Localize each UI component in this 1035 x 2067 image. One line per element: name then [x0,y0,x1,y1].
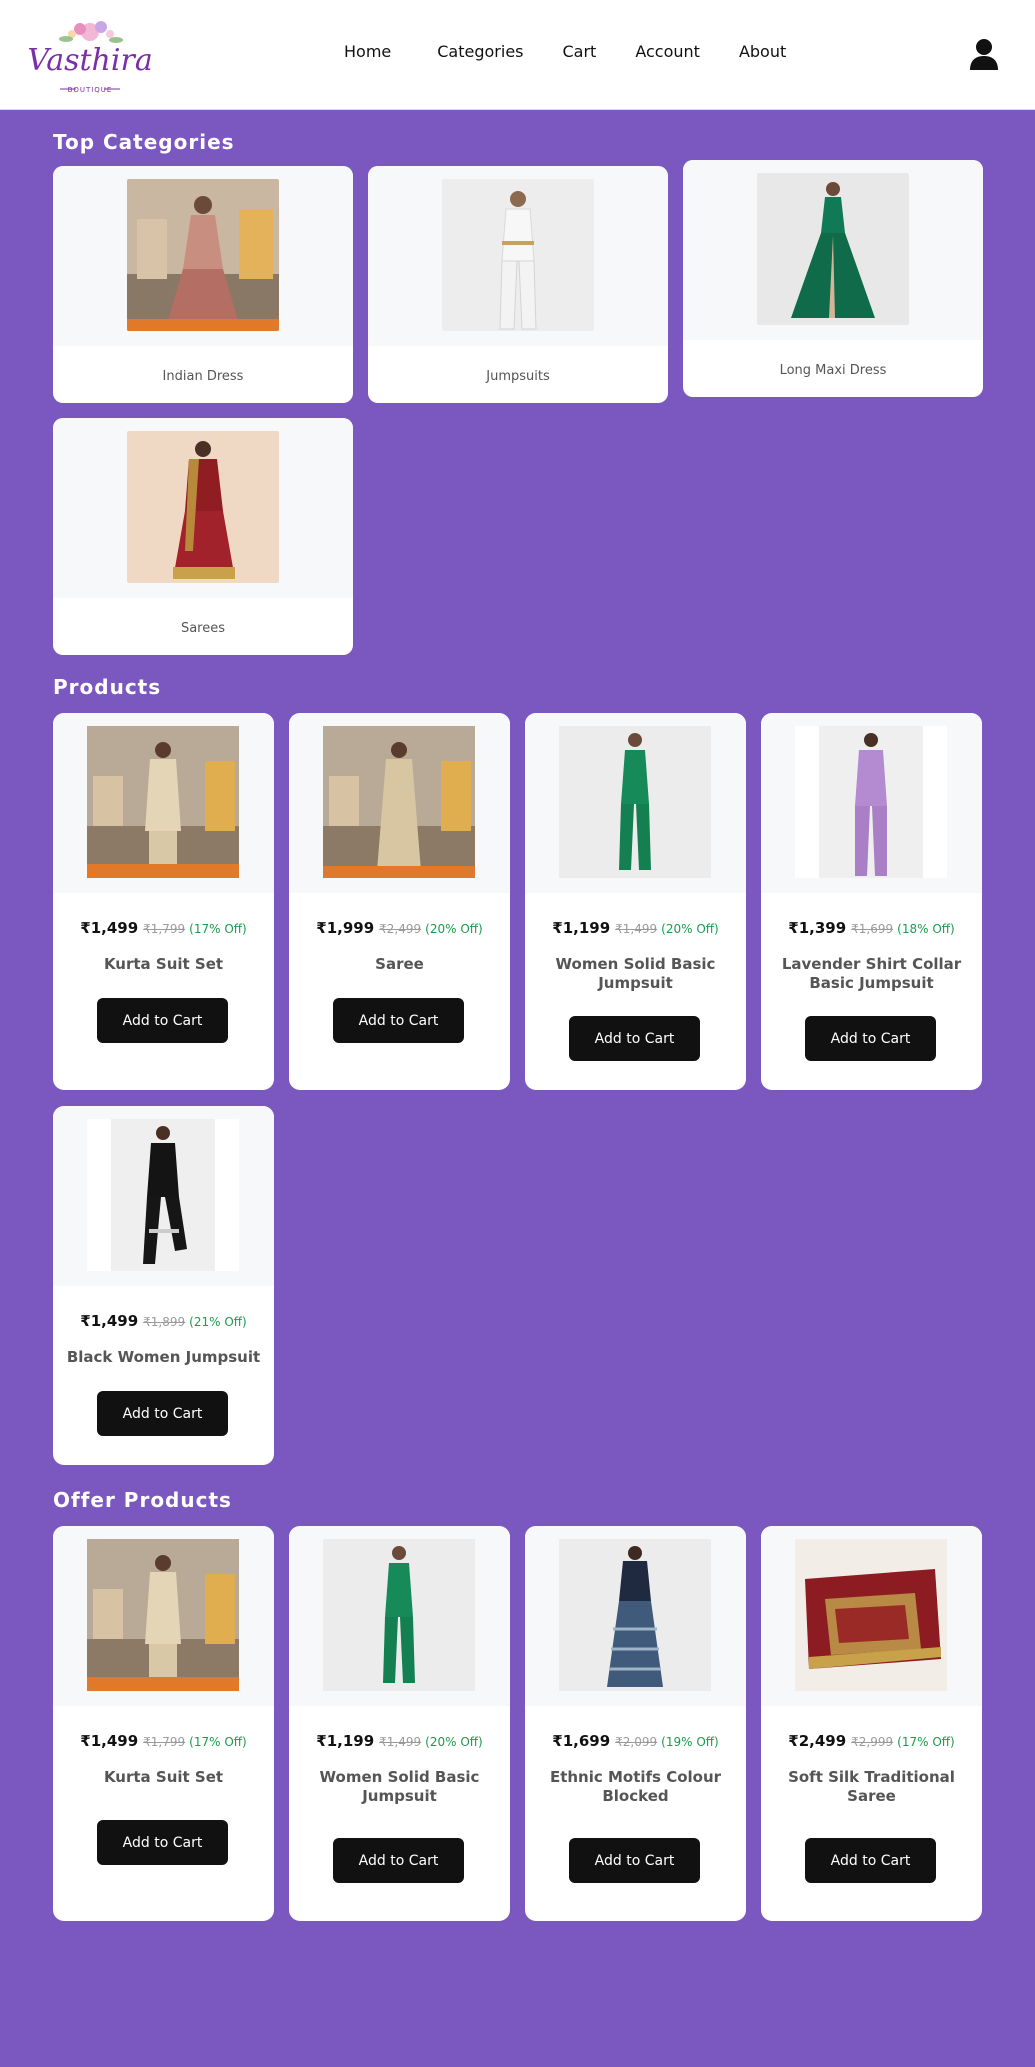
category-card-jumpsuits[interactable]: Jumpsuits [368,166,668,403]
category-card-long-maxi-dress[interactable]: Long Maxi Dress [683,160,983,397]
price-row: ₹1,199 ₹1,499 (20% Off) [525,918,746,937]
discount: (17% Off) [189,1735,247,1749]
mrp: ₹1,899 [143,1315,186,1329]
price: ₹1,199 [316,1732,375,1750]
add-to-cart-button[interactable]: Add to Cart [805,1016,936,1061]
price: ₹1,199 [552,919,611,937]
price: ₹2,499 [788,1732,847,1750]
add-to-cart-button[interactable]: Add to Cart [97,998,228,1043]
add-to-cart-button[interactable]: Add to Cart [333,1838,464,1883]
silk-saree-photo [795,1539,947,1691]
mrp: ₹1,799 [143,1735,186,1749]
add-to-cart-button[interactable]: Add to Cart [569,1838,700,1883]
mrp: ₹1,699 [851,922,894,936]
product-card[interactable]: ₹1,999 ₹2,499 (20% Off) Saree Add to Cart [289,713,510,1090]
price-row: ₹1,499 ₹1,799 (17% Off) [53,1731,274,1750]
main-nav: Home Categories Cart Account About [344,42,826,61]
lavender-jumpsuit-photo [795,726,947,878]
saree-photo [127,431,279,583]
discount: (20% Off) [661,922,719,936]
logo-image: Vasthira BOUTIQUE [28,21,153,94]
add-to-cart-button[interactable]: Add to Cart [97,1391,228,1436]
discount: (20% Off) [425,1735,483,1749]
add-to-cart-button[interactable]: Add to Cart [805,1838,936,1883]
offer-product-card[interactable]: ₹1,199 ₹1,499 (20% Off) Women Solid Basic … [289,1526,510,1921]
discount: (18% Off) [897,922,955,936]
indian-dress-photo [127,179,279,331]
user-icon[interactable] [969,38,999,70]
price: ₹1,499 [80,1312,139,1330]
product-name: Kurta Suit Set [103,1768,224,1786]
nav-cart[interactable]: Cart [563,42,597,61]
product-card[interactable]: ₹1,499 ₹1,899 (21% Off) Black Women Jumpsu… [53,1106,274,1465]
discount: (19% Off) [661,1735,719,1749]
add-to-cart-button[interactable]: Add to Cart [569,1016,700,1061]
brand-name: Vasthira [28,43,153,78]
mrp: ₹2,099 [615,1735,658,1749]
offer-product-card[interactable]: ₹1,699 ₹2,099 (19% Off) Ethnic Motifs Colo… [525,1526,746,1921]
product-name: Soft Silk Traditional Saree [788,1768,955,1805]
price: ₹1,499 [80,1732,139,1750]
product-card[interactable]: ₹1,499 ₹1,799 (17% Off) Kurta Suit Set Add… [53,713,274,1090]
site-header: Vasthira BOUTIQUE Home Categories Cart A… [0,0,1035,110]
category-label: Sarees [180,621,226,636]
price-row: ₹2,499 ₹2,999 (17% Off) [761,1731,982,1750]
discount: (20% Off) [425,922,483,936]
category-label: Long Maxi Dress [779,363,887,378]
add-to-cart-button[interactable]: Add to Cart [97,1820,228,1865]
category-card-indian-dress[interactable]: Indian Dress [53,166,353,403]
brand-logo[interactable]: Vasthira BOUTIQUE [28,12,153,98]
products-title: Products [53,675,162,699]
offer-product-card[interactable]: ₹1,499 ₹1,799 (17% Off) Kurta Suit Set Add… [53,1526,274,1921]
nav-about[interactable]: About [739,42,786,61]
discount: (17% Off) [897,1735,955,1749]
mrp: ₹1,799 [143,922,186,936]
add-to-cart-button[interactable]: Add to Cart [333,998,464,1043]
jumpsuit-photo [442,179,594,331]
price: ₹1,999 [316,919,375,937]
price: ₹1,499 [80,919,139,937]
category-label: Indian Dress [162,369,244,384]
product-card[interactable]: ₹1,399 ₹1,699 (18% Off) Lavender Shirt Col… [761,713,982,1090]
nav-home[interactable]: Home [344,42,391,61]
mrp: ₹1,499 [615,922,658,936]
price-row: ₹1,199 ₹1,499 (20% Off) [289,1731,510,1750]
green-jumpsuit-photo [559,726,711,878]
kurta-suit-photo [87,1539,239,1691]
offer-product-card[interactable]: ₹2,499 ₹2,999 (17% Off) Soft Silk Traditio… [761,1526,982,1921]
black-jumpsuit-photo [87,1119,239,1271]
mrp: ₹2,499 [379,922,422,936]
nav-categories[interactable]: Categories [437,42,523,61]
brand-tagline: BOUTIQUE [68,86,113,94]
category-card-sarees[interactable]: Sarees [53,418,353,655]
product-name: Women Solid Basic Jumpsuit [319,1768,480,1805]
green-jumpsuit-photo [323,1539,475,1691]
product-card[interactable]: ₹1,199 ₹1,499 (20% Off) Women Solid Basic … [525,713,746,1090]
top-categories-title: Top Categories [53,130,235,154]
product-name: Kurta Suit Set [103,955,224,973]
price-row: ₹1,399 ₹1,699 (18% Off) [761,918,982,937]
kurta-suit-photo [87,726,239,878]
product-name: Saree [375,955,424,973]
product-name: Black Women Jumpsuit [66,1348,261,1366]
price: ₹1,399 [788,919,847,937]
saree-product-photo [323,726,475,878]
mrp: ₹2,999 [851,1735,894,1749]
product-name: Ethnic Motifs Colour Blocked [549,1768,722,1805]
ethnic-motifs-photo [559,1539,711,1691]
mrp: ₹1,499 [379,1735,422,1749]
price-row: ₹1,699 ₹2,099 (19% Off) [525,1731,746,1750]
discount: (17% Off) [189,922,247,936]
price-row: ₹1,499 ₹1,899 (21% Off) [53,1311,274,1330]
product-name: Lavender Shirt Collar Basic Jumpsuit [781,955,962,992]
product-name: Women Solid Basic Jumpsuit [555,955,716,992]
nav-account[interactable]: Account [635,42,700,61]
discount: (21% Off) [189,1315,247,1329]
price: ₹1,699 [552,1732,611,1750]
price-row: ₹1,499 ₹1,799 (17% Off) [53,918,274,937]
category-label: Jumpsuits [486,369,550,384]
offer-products-title: Offer Products [53,1488,232,1512]
price-row: ₹1,999 ₹2,499 (20% Off) [289,918,510,937]
maxi-dress-photo [757,173,909,325]
